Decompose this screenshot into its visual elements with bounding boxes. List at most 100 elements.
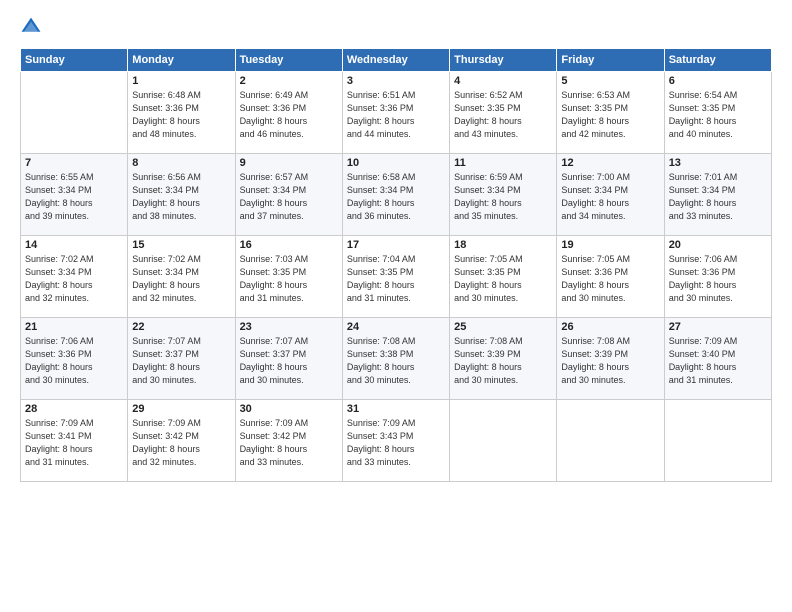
calendar-cell: 2 Sunrise: 6:49 AM Sunset: 3:36 PM Daylig…	[235, 72, 342, 154]
calendar-cell: 23 Sunrise: 7:07 AM Sunset: 3:37 PM Dayli…	[235, 318, 342, 400]
day-detail: Sunrise: 7:01 AM Sunset: 3:34 PM Dayligh…	[669, 171, 767, 223]
day-detail: Sunrise: 7:07 AM Sunset: 3:37 PM Dayligh…	[240, 335, 338, 387]
day-number: 10	[347, 157, 445, 169]
day-header-thursday: Thursday	[450, 49, 557, 72]
week-row-2: 7 Sunrise: 6:55 AM Sunset: 3:34 PM Daylig…	[21, 154, 772, 236]
logo	[20, 16, 46, 38]
day-detail: Sunrise: 7:09 AM Sunset: 3:41 PM Dayligh…	[25, 417, 123, 469]
day-number: 23	[240, 321, 338, 333]
day-number: 4	[454, 75, 552, 87]
day-detail: Sunrise: 7:08 AM Sunset: 3:39 PM Dayligh…	[561, 335, 659, 387]
day-number: 12	[561, 157, 659, 169]
day-number: 3	[347, 75, 445, 87]
calendar-cell: 16 Sunrise: 7:03 AM Sunset: 3:35 PM Dayli…	[235, 236, 342, 318]
calendar-cell: 21 Sunrise: 7:06 AM Sunset: 3:36 PM Dayli…	[21, 318, 128, 400]
day-detail: Sunrise: 7:09 AM Sunset: 3:42 PM Dayligh…	[240, 417, 338, 469]
day-number: 18	[454, 239, 552, 251]
day-detail: Sunrise: 6:49 AM Sunset: 3:36 PM Dayligh…	[240, 89, 338, 141]
calendar-cell: 1Sunrise: 6:48 AM Sunset: 3:36 PM Daylig…	[128, 72, 235, 154]
day-number: 30	[240, 403, 338, 415]
day-detail: Sunrise: 7:05 AM Sunset: 3:35 PM Dayligh…	[454, 253, 552, 305]
day-detail: Sunrise: 7:07 AM Sunset: 3:37 PM Dayligh…	[132, 335, 230, 387]
day-number: 27	[669, 321, 767, 333]
day-detail: Sunrise: 7:00 AM Sunset: 3:34 PM Dayligh…	[561, 171, 659, 223]
calendar-cell: 25 Sunrise: 7:08 AM Sunset: 3:39 PM Dayli…	[450, 318, 557, 400]
calendar-cell: 29Sunrise: 7:09 AM Sunset: 3:42 PM Dayli…	[128, 400, 235, 482]
calendar-cell: 19Sunrise: 7:05 AM Sunset: 3:36 PM Dayli…	[557, 236, 664, 318]
day-detail: Sunrise: 6:53 AM Sunset: 3:35 PM Dayligh…	[561, 89, 659, 141]
day-number: 25	[454, 321, 552, 333]
calendar-cell: 5 Sunrise: 6:53 AM Sunset: 3:35 PM Daylig…	[557, 72, 664, 154]
day-detail: Sunrise: 6:54 AM Sunset: 3:35 PM Dayligh…	[669, 89, 767, 141]
calendar-cell	[664, 400, 771, 482]
calendar-header-row: SundayMondayTuesdayWednesdayThursdayFrid…	[21, 49, 772, 72]
calendar-cell	[21, 72, 128, 154]
day-detail: Sunrise: 7:08 AM Sunset: 3:38 PM Dayligh…	[347, 335, 445, 387]
header	[20, 16, 772, 38]
day-number: 11	[454, 157, 552, 169]
day-detail: Sunrise: 7:09 AM Sunset: 3:40 PM Dayligh…	[669, 335, 767, 387]
calendar-cell: 3 Sunrise: 6:51 AM Sunset: 3:36 PM Daylig…	[342, 72, 449, 154]
calendar-cell: 7 Sunrise: 6:55 AM Sunset: 3:34 PM Daylig…	[21, 154, 128, 236]
day-number: 7	[25, 157, 123, 169]
day-detail: Sunrise: 6:52 AM Sunset: 3:35 PM Dayligh…	[454, 89, 552, 141]
calendar-cell: 13 Sunrise: 7:01 AM Sunset: 3:34 PM Dayli…	[664, 154, 771, 236]
day-header-friday: Friday	[557, 49, 664, 72]
calendar-cell: 9Sunrise: 6:57 AM Sunset: 3:34 PM Daylig…	[235, 154, 342, 236]
day-number: 14	[25, 239, 123, 251]
calendar-cell: 28 Sunrise: 7:09 AM Sunset: 3:41 PM Dayli…	[21, 400, 128, 482]
calendar-cell: 27 Sunrise: 7:09 AM Sunset: 3:40 PM Dayli…	[664, 318, 771, 400]
day-number: 15	[132, 239, 230, 251]
day-number: 28	[25, 403, 123, 415]
day-detail: Sunrise: 6:59 AM Sunset: 3:34 PM Dayligh…	[454, 171, 552, 223]
day-number: 13	[669, 157, 767, 169]
page: SundayMondayTuesdayWednesdayThursdayFrid…	[0, 0, 792, 612]
calendar-cell: 12 Sunrise: 7:00 AM Sunset: 3:34 PM Dayli…	[557, 154, 664, 236]
day-number: 16	[240, 239, 338, 251]
day-number: 8	[132, 157, 230, 169]
day-number: 21	[25, 321, 123, 333]
calendar-cell: 26 Sunrise: 7:08 AM Sunset: 3:39 PM Dayli…	[557, 318, 664, 400]
calendar-cell: 4 Sunrise: 6:52 AM Sunset: 3:35 PM Daylig…	[450, 72, 557, 154]
day-number: 20	[669, 239, 767, 251]
day-number: 2	[240, 75, 338, 87]
calendar-cell: 30 Sunrise: 7:09 AM Sunset: 3:42 PM Dayli…	[235, 400, 342, 482]
day-detail: Sunrise: 7:06 AM Sunset: 3:36 PM Dayligh…	[25, 335, 123, 387]
day-detail: Sunrise: 6:55 AM Sunset: 3:34 PM Dayligh…	[25, 171, 123, 223]
calendar-body: 1Sunrise: 6:48 AM Sunset: 3:36 PM Daylig…	[21, 72, 772, 482]
calendar-cell: 24 Sunrise: 7:08 AM Sunset: 3:38 PM Dayli…	[342, 318, 449, 400]
day-number: 17	[347, 239, 445, 251]
day-number: 22	[132, 321, 230, 333]
calendar-cell: 14Sunrise: 7:02 AM Sunset: 3:34 PM Dayli…	[21, 236, 128, 318]
day-detail: Sunrise: 6:56 AM Sunset: 3:34 PM Dayligh…	[132, 171, 230, 223]
day-number: 6	[669, 75, 767, 87]
day-header-monday: Monday	[128, 49, 235, 72]
day-detail: Sunrise: 7:05 AM Sunset: 3:36 PM Dayligh…	[561, 253, 659, 305]
day-detail: Sunrise: 7:02 AM Sunset: 3:34 PM Dayligh…	[132, 253, 230, 305]
calendar-cell: 6 Sunrise: 6:54 AM Sunset: 3:35 PM Daylig…	[664, 72, 771, 154]
calendar-cell: 11 Sunrise: 6:59 AM Sunset: 3:34 PM Dayli…	[450, 154, 557, 236]
day-header-wednesday: Wednesday	[342, 49, 449, 72]
calendar-cell: 20Sunrise: 7:06 AM Sunset: 3:36 PM Dayli…	[664, 236, 771, 318]
day-detail: Sunrise: 6:51 AM Sunset: 3:36 PM Dayligh…	[347, 89, 445, 141]
day-number: 24	[347, 321, 445, 333]
day-detail: Sunrise: 7:03 AM Sunset: 3:35 PM Dayligh…	[240, 253, 338, 305]
day-number: 26	[561, 321, 659, 333]
day-header-tuesday: Tuesday	[235, 49, 342, 72]
day-detail: Sunrise: 7:08 AM Sunset: 3:39 PM Dayligh…	[454, 335, 552, 387]
week-row-3: 14 Sunrise: 7:02 AM Sunset: 3:34 PM Dayli…	[21, 236, 772, 318]
calendar-cell: 8 Sunrise: 6:56 AM Sunset: 3:34 PM Daylig…	[128, 154, 235, 236]
day-number: 5	[561, 75, 659, 87]
day-detail: Sunrise: 7:04 AM Sunset: 3:35 PM Dayligh…	[347, 253, 445, 305]
calendar-cell: 31Sunrise: 7:09 AM Sunset: 3:43 PM Dayli…	[342, 400, 449, 482]
logo-icon	[20, 16, 42, 38]
calendar-cell: 22 Sunrise: 7:07 AM Sunset: 3:37 PM Dayli…	[128, 318, 235, 400]
week-row-4: 21 Sunrise: 7:06 AM Sunset: 3:36 PM Dayli…	[21, 318, 772, 400]
calendar-cell: 18 Sunrise: 7:05 AM Sunset: 3:35 PM Dayli…	[450, 236, 557, 318]
day-header-saturday: Saturday	[664, 49, 771, 72]
day-number: 9	[240, 157, 338, 169]
week-row-1: 1Sunrise: 6:48 AM Sunset: 3:36 PM Daylig…	[21, 72, 772, 154]
calendar-cell: 10Sunrise: 6:58 AM Sunset: 3:34 PM Dayli…	[342, 154, 449, 236]
day-detail: Sunrise: 7:09 AM Sunset: 3:42 PM Dayligh…	[132, 417, 230, 469]
week-row-5: 28 Sunrise: 7:09 AM Sunset: 3:41 PM Dayli…	[21, 400, 772, 482]
